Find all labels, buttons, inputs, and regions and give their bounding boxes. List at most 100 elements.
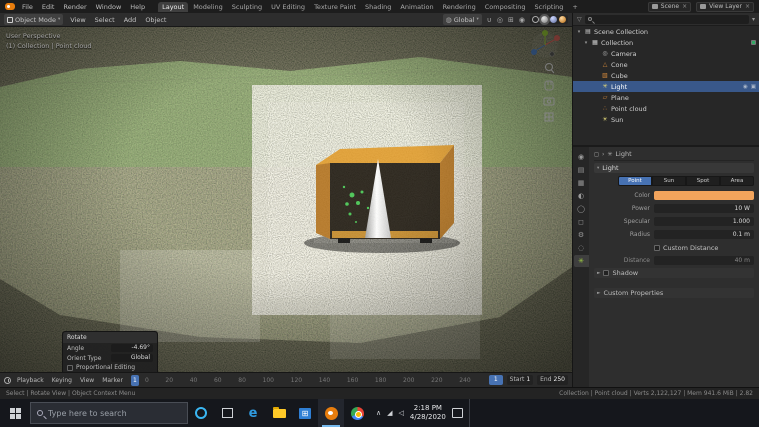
- hide-in-viewport-icon[interactable]: ◉: [743, 84, 748, 90]
- mode-dropdown[interactable]: Object Mode ▾: [4, 14, 64, 25]
- orient-type-dropdown[interactable]: Global: [111, 354, 153, 362]
- view-layer-remove-icon[interactable]: ×: [745, 3, 750, 10]
- overlays-icon[interactable]: ◉: [519, 16, 525, 24]
- orientation-dropdown[interactable]: ◍ Global ▾: [442, 14, 482, 25]
- outliner-options-icon[interactable]: ▾: [752, 16, 755, 23]
- light-type-area-button[interactable]: Area: [720, 176, 754, 186]
- axis-y-handle[interactable]: [542, 30, 548, 36]
- operator-redo-panel[interactable]: Rotate Angle -4.69° Orient Type Global P…: [62, 331, 158, 372]
- viewport-3d[interactable]: Object Mode ▾ View Select Add Object ◍ G…: [0, 13, 572, 372]
- tab-sculpting[interactable]: Sculpting: [228, 2, 266, 12]
- menu-select[interactable]: Select: [93, 16, 117, 24]
- menu-view-timeline[interactable]: View: [78, 377, 96, 384]
- menu-playback[interactable]: Playback: [15, 377, 46, 384]
- outliner-row-light[interactable]: ✳ Light ◉ ▣: [573, 81, 759, 92]
- scene-selector[interactable]: Scene ×: [647, 1, 692, 12]
- frame-end-field[interactable]: End 250: [537, 375, 568, 385]
- light-type-point-button[interactable]: Point: [618, 176, 652, 186]
- frame-start-field[interactable]: Start 1: [506, 375, 534, 385]
- shading-wireframe-icon[interactable]: [532, 16, 539, 23]
- taskbar-blender-button[interactable]: [318, 399, 344, 427]
- collection-checkbox[interactable]: [751, 40, 756, 45]
- menu-render[interactable]: Render: [61, 3, 88, 11]
- outliner-row-sun[interactable]: ☀ Sun: [573, 114, 759, 125]
- tab-object-data-properties[interactable]: ✳: [573, 255, 589, 267]
- taskbar-clock[interactable]: 2:18 PM 4/28/2020: [410, 404, 446, 422]
- tab-layout[interactable]: Layout: [158, 1, 189, 12]
- specular-field[interactable]: 1.000: [654, 217, 754, 226]
- distance-field[interactable]: 40 m: [654, 256, 754, 265]
- timeline-ruler[interactable]: 1 0 20 40 60 80 100 120 140 160 180 200 …: [129, 373, 485, 387]
- task-view-button[interactable]: [214, 399, 240, 427]
- tab-scene-properties[interactable]: ◐: [574, 190, 589, 202]
- blender-logo-icon[interactable]: [5, 3, 15, 10]
- expand-arrow-icon[interactable]: ▾: [583, 40, 589, 46]
- tray-chevron-icon[interactable]: ∧: [376, 409, 381, 417]
- outliner-row-cone[interactable]: △ Cone: [573, 59, 759, 70]
- light-type-sun-button[interactable]: Sun: [652, 176, 686, 186]
- tab-view-layer-properties[interactable]: ▦: [574, 177, 589, 189]
- light-section-header[interactable]: ▾ Light: [594, 163, 754, 173]
- tab-texture-paint[interactable]: Texture Paint: [310, 2, 360, 12]
- view-layer-selector[interactable]: View Layer ×: [696, 1, 754, 12]
- tab-scripting[interactable]: Scripting: [531, 2, 568, 12]
- menu-marker[interactable]: Marker: [100, 377, 125, 384]
- menu-help[interactable]: Help: [128, 3, 147, 11]
- outliner-row-plane[interactable]: ▱ Plane: [573, 92, 759, 103]
- start-button[interactable]: [0, 399, 30, 427]
- taskbar-chrome-button[interactable]: [344, 399, 370, 427]
- add-workspace-button[interactable]: +: [568, 2, 581, 12]
- tab-object-properties[interactable]: ◻: [574, 216, 589, 228]
- timeline-editor-icon[interactable]: [4, 376, 11, 384]
- snap-magnet-icon[interactable]: ∪: [487, 16, 492, 24]
- crate-object[interactable]: [304, 143, 460, 253]
- outliner-search-input[interactable]: [584, 14, 749, 24]
- tab-physics-properties[interactable]: ◌: [574, 242, 589, 254]
- shading-material-icon[interactable]: [550, 16, 557, 23]
- menu-keying[interactable]: Keying: [50, 377, 74, 384]
- shading-rendered-icon[interactable]: [559, 16, 566, 23]
- expand-arrow-icon[interactable]: ▾: [576, 29, 582, 35]
- shadow-checkbox[interactable]: [603, 270, 610, 276]
- operator-panel-title[interactable]: Rotate: [63, 332, 157, 343]
- power-field[interactable]: 10 W: [654, 204, 754, 213]
- disable-in-render-icon[interactable]: ▣: [751, 84, 756, 90]
- outliner-row-point-cloud[interactable]: ∴ Point cloud: [573, 103, 759, 114]
- menu-file[interactable]: File: [20, 3, 35, 11]
- menu-object[interactable]: Object: [143, 16, 168, 24]
- show-desktop-button[interactable]: [468, 399, 473, 427]
- current-frame-field[interactable]: 1: [488, 375, 503, 385]
- outliner-row-cube[interactable]: ▧ Cube: [573, 70, 759, 81]
- radius-field[interactable]: 0.1 m: [654, 230, 754, 239]
- outliner-row-collection[interactable]: ▾ ▦ Collection: [573, 37, 759, 48]
- tab-render-properties[interactable]: ◉: [574, 151, 589, 163]
- taskbar-store-button[interactable]: ⊞: [292, 399, 318, 427]
- tab-output-properties[interactable]: ▤: [574, 164, 589, 176]
- taskbar-search-input[interactable]: Type here to search: [30, 402, 188, 424]
- taskbar-file-explorer-button[interactable]: [266, 399, 292, 427]
- axis-z-handle[interactable]: [531, 49, 537, 55]
- menu-add[interactable]: Add: [122, 16, 139, 24]
- cortana-button[interactable]: [188, 399, 214, 427]
- scene-unlink-icon[interactable]: ×: [682, 3, 687, 10]
- menu-window[interactable]: Window: [94, 3, 124, 11]
- shadow-section-header[interactable]: ► Shadow: [594, 268, 754, 278]
- angle-field[interactable]: -4.69°: [111, 344, 153, 352]
- tab-modeling[interactable]: Modeling: [189, 2, 227, 12]
- outliner-row-camera[interactable]: ◎ Camera: [573, 48, 759, 59]
- tab-compositing[interactable]: Compositing: [481, 2, 530, 12]
- menu-view[interactable]: View: [68, 16, 87, 24]
- tab-animation[interactable]: Animation: [396, 2, 437, 12]
- tab-world-properties[interactable]: ◯: [574, 203, 589, 215]
- filter-icon[interactable]: ▽: [577, 16, 582, 23]
- menu-edit[interactable]: Edit: [40, 3, 57, 11]
- tab-shading[interactable]: Shading: [361, 2, 395, 12]
- network-icon[interactable]: ◢: [387, 409, 392, 417]
- custom-properties-section-header[interactable]: ► Custom Properties: [594, 288, 754, 298]
- action-center-icon[interactable]: [451, 408, 463, 418]
- timeline-playhead[interactable]: 1: [130, 375, 139, 386]
- volume-icon[interactable]: ◁: [399, 409, 404, 417]
- axis-x-handle[interactable]: [554, 35, 560, 41]
- light-type-spot-button[interactable]: Spot: [686, 176, 720, 186]
- proportional-editing-icon[interactable]: ◎: [497, 16, 503, 24]
